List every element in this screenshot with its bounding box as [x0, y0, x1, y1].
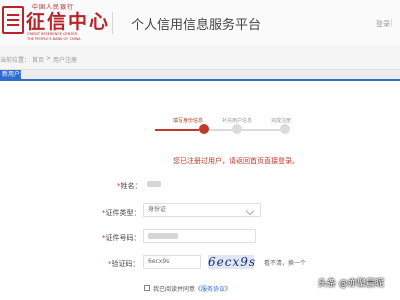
step-1-label: 填写身份信息 — [173, 118, 204, 124]
step-3-label: 完成注册 — [271, 118, 292, 124]
watermark-badge-icon — [306, 277, 315, 286]
credit-center-seal-icon — [2, 6, 24, 34]
blurred-text — [148, 233, 178, 239]
name-label: *姓名： — [117, 181, 142, 191]
tab-underline — [0, 79, 400, 81]
id-type-select[interactable]: 身份证 — [143, 203, 261, 217]
agree-text: 我已阅读并同意《服务协议》 — [153, 284, 231, 293]
captcha-image[interactable]: 6ecx9s — [208, 255, 255, 269]
captcha-label: *验证码： — [108, 259, 140, 269]
header-divider — [112, 12, 113, 34]
name-value-blurred — [143, 178, 183, 192]
breadcrumb: 当前位置： 首页 > 用户注册 — [0, 46, 400, 70]
header-link-separator: | — [390, 19, 393, 27]
breadcrumb-home[interactable]: 首页 — [32, 55, 44, 64]
breadcrumb-arrow: > — [46, 55, 52, 62]
site-title: 个人信用信息服务平台 — [131, 18, 262, 33]
page-header: 中国人民银行 征信中心 CREDIT REFERENCE CENTER THE … — [0, 0, 400, 46]
logo-english-line-1: CREDIT REFERENCE CENTER — [27, 32, 78, 36]
breadcrumb-current: 用户注册 — [53, 57, 78, 64]
id-type-label: *证件类型： — [102, 208, 141, 218]
service-agreement-link[interactable]: 《服务协议》 — [195, 286, 231, 293]
captcha-input[interactable]: 6ecx9s — [143, 255, 201, 269]
id-type-label-text: 证件类型： — [105, 209, 141, 217]
id-number-label: *证件号码： — [102, 233, 141, 243]
step-2-marker — [232, 124, 242, 134]
captcha-label-text: 验证码： — [111, 260, 140, 268]
login-link[interactable]: 登录 — [376, 19, 390, 29]
id-number-label-text: 证件号码： — [105, 234, 141, 242]
id-type-value: 身份证 — [148, 206, 167, 213]
step-1-marker — [199, 124, 209, 134]
agree-checkbox[interactable] — [144, 285, 150, 291]
step-2-label: 补充用户信息 — [222, 118, 253, 124]
id-number-input[interactable] — [143, 229, 256, 243]
tab-new-user-registration[interactable]: 新用户注册 — [0, 70, 21, 79]
step-3-marker — [280, 124, 290, 134]
breadcrumb-prefix: 当前位置： — [0, 57, 31, 64]
agree-label: 我已阅读并同意 — [153, 286, 196, 293]
watermark-text: 头条 @亦聚晨昵 — [318, 279, 384, 289]
step-progress-line-pending — [209, 129, 289, 131]
captcha-refresh-link[interactable]: 看不清，换一个 — [264, 258, 306, 267]
logo-title: 征信中心 — [26, 11, 111, 33]
logo-english-line-2: THE PEOPLE'S BANK OF CHINA — [27, 37, 81, 41]
step-progress-line-done — [155, 129, 199, 131]
captcha-input-value: 6ecx9s — [148, 258, 170, 265]
already-registered-notice: 您已注册过用户，请返回首页直接登录。 — [173, 157, 299, 165]
name-label-text: 姓名： — [120, 182, 142, 190]
blurred-text — [147, 181, 161, 187]
